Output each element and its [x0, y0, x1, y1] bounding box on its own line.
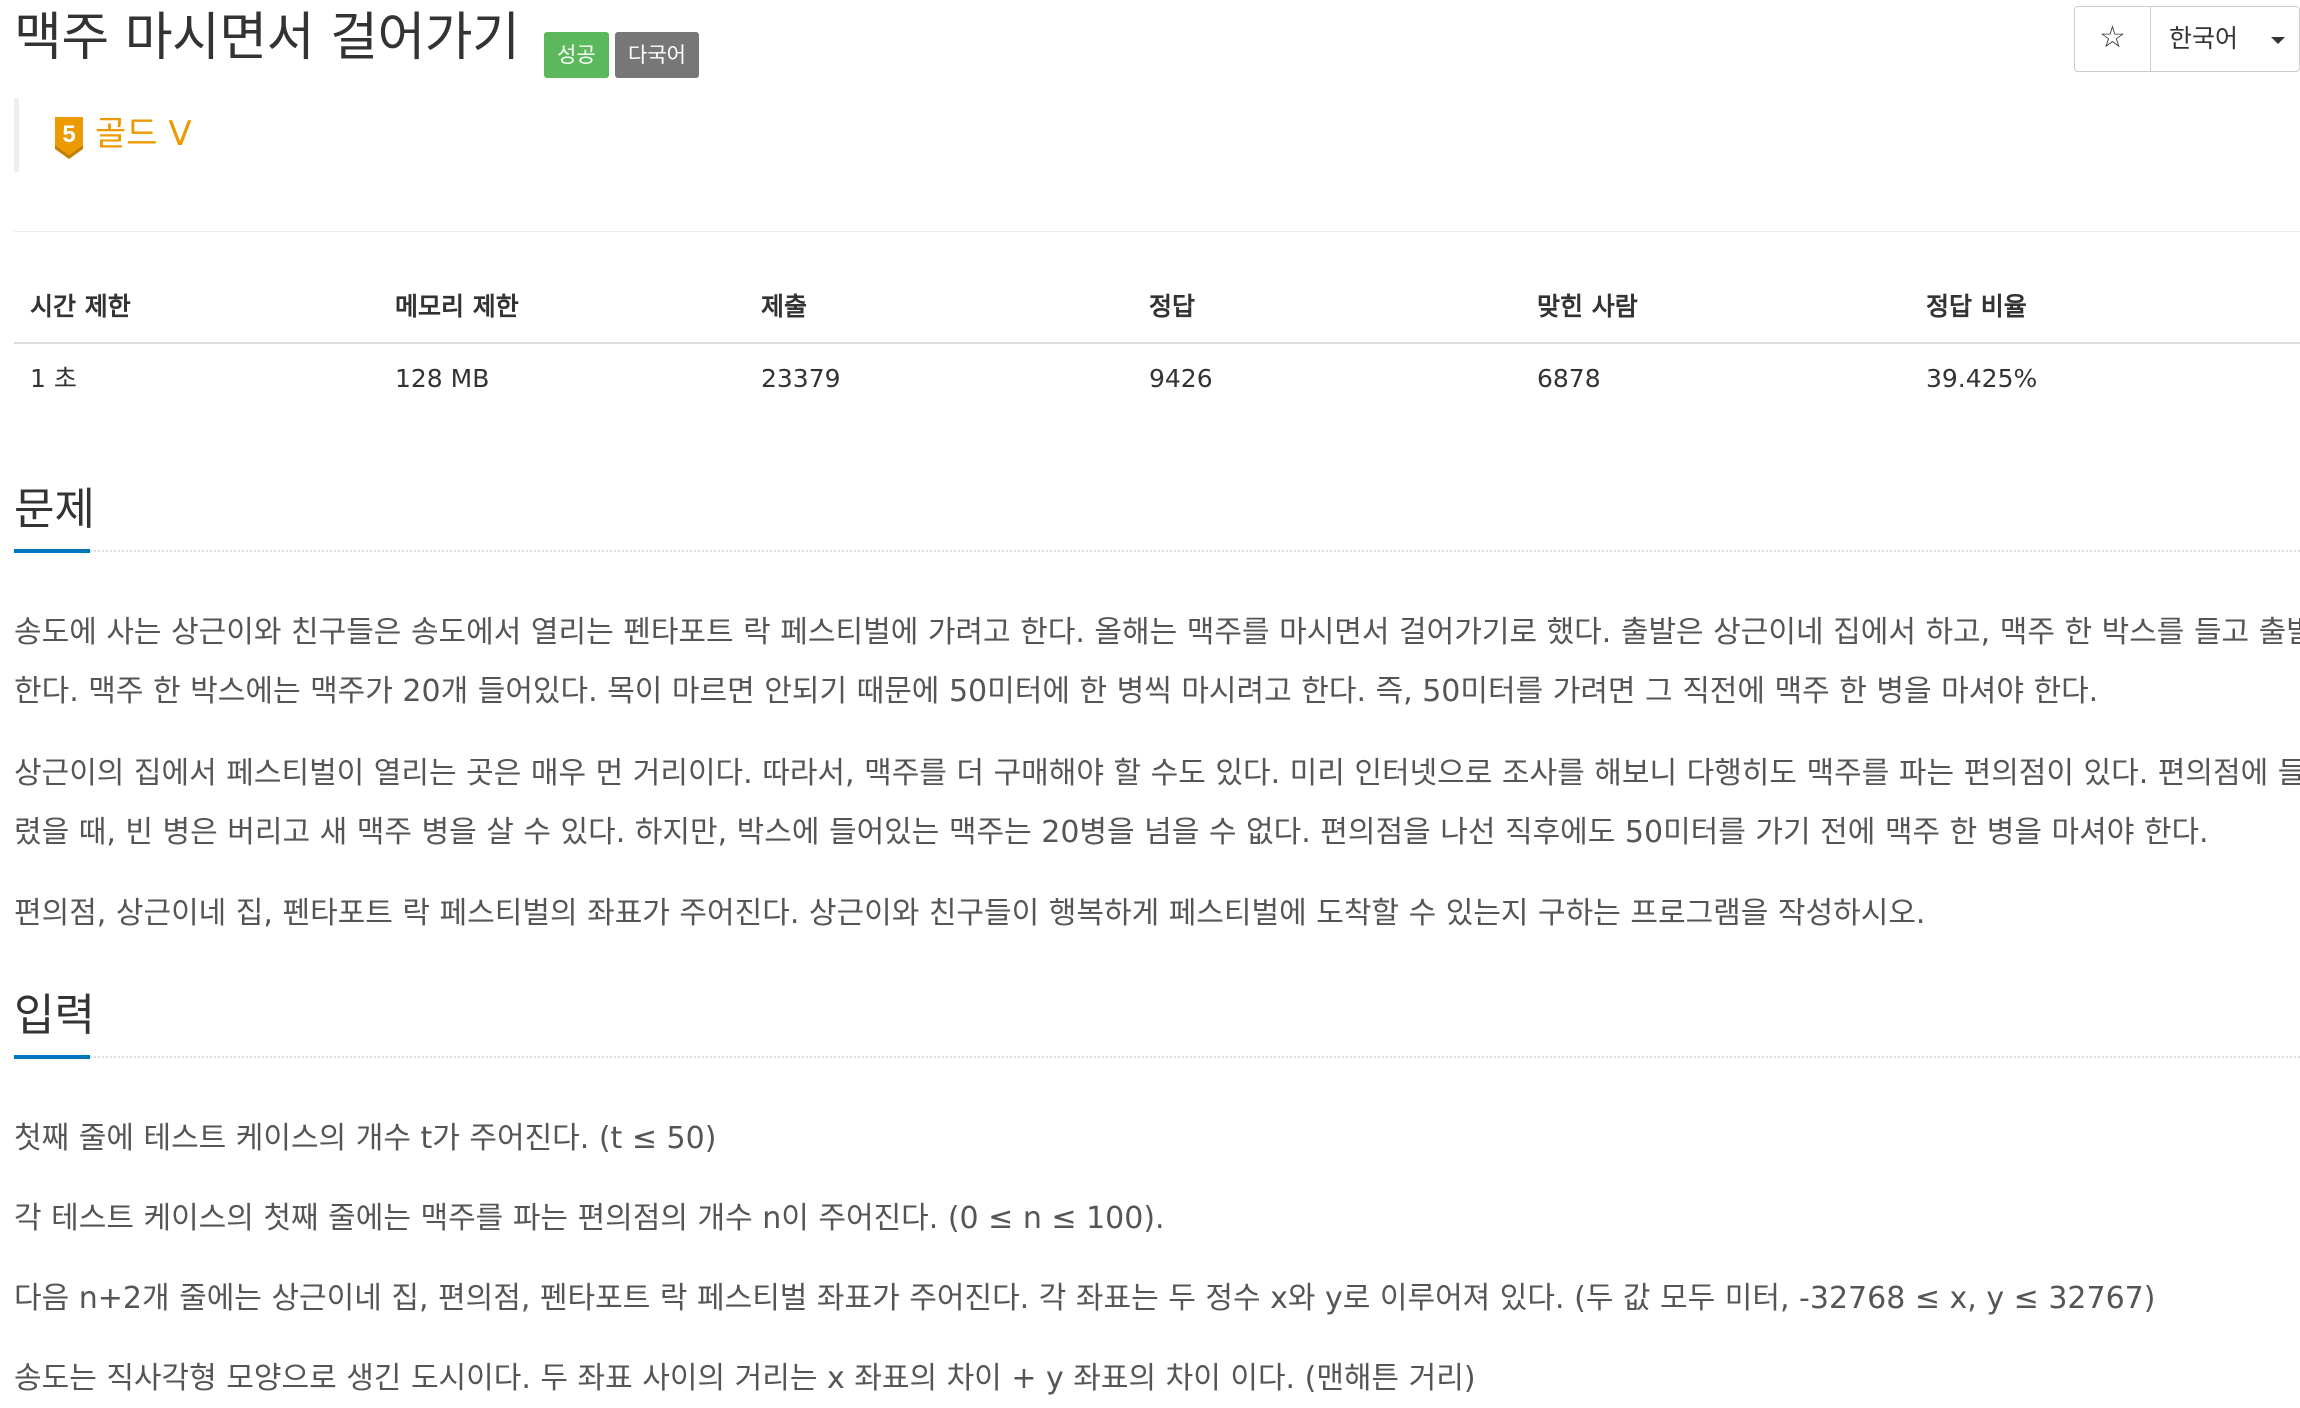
- input-section-header: 입력: [14, 984, 2300, 1059]
- header-solved-users: 맞힌 사람: [1537, 292, 1638, 321]
- input-section-title: 입력: [14, 990, 95, 1041]
- value-accept-ratio: 39.425%: [1926, 364, 2038, 393]
- value-accepted[interactable]: 9426: [1149, 344, 1213, 414]
- tier-gold-icon: 5: [55, 117, 83, 159]
- header-submissions: 제출: [761, 292, 808, 321]
- success-badge[interactable]: 성공: [544, 32, 609, 78]
- problem-line: 한다. 맥주 한 박스에는 맥주가 20개 들어있다. 목이 마르면 안되기 때…: [14, 674, 2099, 709]
- favorite-star-button[interactable]: ☆: [2075, 7, 2151, 71]
- problem-tools: ☆ 한국어: [2074, 6, 2300, 72]
- stats-table: 시간 제한 메모리 제한 제출 정답 맞힌 사람 정답 비율 1 초 128 M…: [14, 272, 2300, 414]
- tier-block: 5 골드 V: [14, 98, 234, 172]
- problem-line: 송도에 사는 상근이와 친구들은 송도에서 열리는 펜타포트 락 페스티벌에 가…: [14, 615, 2300, 650]
- value-memory-limit: 128 MB: [395, 364, 490, 393]
- language-dropdown[interactable]: 한국어: [2151, 7, 2299, 71]
- star-icon: ☆: [2099, 20, 2126, 55]
- tier-level: 5: [62, 121, 75, 148]
- header-memory-limit: 메모리 제한: [395, 292, 519, 321]
- input-line: 각 테스트 케이스의 첫째 줄에는 맥주를 파는 편의점의 개수 n이 주어진다…: [14, 1201, 1165, 1236]
- header-accept-ratio: 정답 비율: [1926, 292, 2027, 321]
- section-underline: [14, 1055, 90, 1059]
- problem-line: 렸을 때, 빈 병은 버리고 새 맥주 병을 살 수 있다. 하지만, 박스에 …: [14, 815, 2209, 850]
- problem-line: 편의점, 상근이네 집, 펜타포트 락 페스티벌의 좌표가 주어진다. 상근이와…: [14, 896, 1926, 931]
- value-submissions[interactable]: 23379: [761, 344, 841, 414]
- input-line: 다음 n+2개 줄에는 상근이네 집, 편의점, 펜타포트 락 페스티벌 좌표가…: [14, 1281, 2156, 1316]
- value-time-limit: 1 초: [30, 364, 77, 393]
- divider: [14, 231, 2300, 232]
- header-time-limit: 시간 제한: [30, 292, 131, 321]
- input-line: 첫째 줄에 테스트 케이스의 개수 t가 주어진다. (t ≤ 50): [14, 1121, 717, 1156]
- multilang-badge[interactable]: 다국어: [615, 32, 699, 78]
- stats-value-row: 1 초 128 MB 23379 9426 6878 39.425%: [14, 344, 2300, 414]
- chevron-down-icon: [2271, 37, 2285, 44]
- problem-section-header: 문제: [14, 478, 2300, 553]
- problem-line: 상근이의 집에서 페스티벌이 열리는 곳은 매우 먼 거리이다. 따라서, 맥주…: [14, 756, 2300, 791]
- stats-header-row: 시간 제한 메모리 제한 제출 정답 맞힌 사람 정답 비율: [14, 272, 2300, 344]
- language-label: 한국어: [2169, 24, 2239, 53]
- section-underline: [14, 549, 90, 553]
- tier-label[interactable]: 골드 V: [95, 112, 192, 156]
- input-line: 송도는 직사각형 모양으로 생긴 도시이다. 두 좌표 사이의 거리는 x 좌표…: [14, 1361, 1476, 1396]
- header-accepted: 정답: [1149, 292, 1196, 321]
- value-solved-users[interactable]: 6878: [1537, 344, 1601, 414]
- title-row: 맥주 마시면서 걸어가기 성공 다국어 ☆ 한국어: [14, 0, 2300, 90]
- problem-title: 맥주 마시면서 걸어가기: [14, 8, 520, 68]
- problem-page: 맥주 마시면서 걸어가기 성공 다국어 ☆ 한국어 5 골드 V 시간 제한 메…: [14, 0, 2300, 1402]
- problem-section-title: 문제: [14, 484, 95, 535]
